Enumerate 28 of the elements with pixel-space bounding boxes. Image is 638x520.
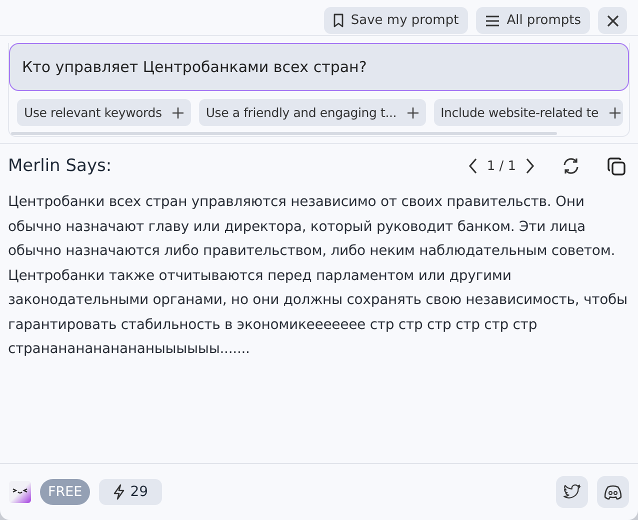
bookmark-icon xyxy=(332,13,344,28)
credits-count: 29 xyxy=(130,484,148,500)
plus-icon xyxy=(608,106,621,118)
discord-button[interactable] xyxy=(597,476,629,508)
answer-text: Центробанки всех стран управляются независимо от своих правительств. Они обычно назначают главу или директора, который руководит банком. Эти лица обычно назначаются либо правительством, либо неким наблюдательным советом. Центробанки также отчитываются перед парламентом или другими законодательными органами, но они должны сохранять свою независимость, чтобы гарантировать стабильность в экономикеееееее стр стр стр стр стр стр странананананананыыыыыы....... xyxy=(8,193,628,359)
save-prompt-button[interactable]: Save my prompt xyxy=(324,7,468,34)
page-counter: 1 / 1 xyxy=(486,158,516,174)
copy-icon[interactable] xyxy=(607,156,626,176)
twitter-button[interactable] xyxy=(556,476,588,508)
lightning-icon xyxy=(113,484,126,500)
suggestion-chip[interactable]: Use a friendly and engaging t... xyxy=(198,99,426,126)
close-button[interactable] xyxy=(598,7,627,34)
previous-icon[interactable] xyxy=(468,158,478,174)
bird-icon xyxy=(563,484,581,500)
refresh-icon[interactable] xyxy=(562,157,580,175)
prompt-field[interactable]: Кто управляет Центробанками всех стран? xyxy=(9,43,629,91)
plus-icon xyxy=(172,106,184,118)
next-icon[interactable] xyxy=(525,158,535,174)
plus-icon xyxy=(406,106,419,118)
answer-title: Merlin Says: xyxy=(8,156,112,176)
suggestion-chip[interactable]: Include website-related te xyxy=(434,99,623,126)
close-icon xyxy=(606,14,620,28)
menu-icon xyxy=(484,14,500,26)
suggestion-chip[interactable]: Use relevant keywords xyxy=(17,99,191,126)
plan-badge: FREE xyxy=(40,479,90,505)
game-controller-icon xyxy=(603,484,623,500)
all-prompts-button[interactable]: All prompts xyxy=(476,7,590,34)
logo-icon xyxy=(9,481,31,503)
